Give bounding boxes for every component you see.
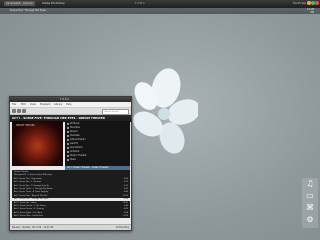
folder-icon xyxy=(67,150,69,153)
tray-date: Tue 05 Sep xyxy=(292,2,306,5)
folder-icon xyxy=(67,134,69,137)
music-player-window[interactable]: T O R A File Edit View Playback Library … xyxy=(9,96,132,231)
task-amarok[interactable]: banshee05 - Amarok xyxy=(4,1,35,6)
status-bar: Paused - Update - 56 of 56 - 12:21:38 So… xyxy=(10,224,131,230)
track-row[interactable]: Act II: Scene Nine - Finally Free 11:59 xyxy=(12,215,130,218)
now-playing-text: Scene Five: Through Her Eyes xyxy=(10,9,46,12)
network-icon[interactable]: ⌘ xyxy=(305,203,315,213)
folder-icon xyxy=(67,158,69,161)
track-title: Act II: Scene Nine - Finally Free xyxy=(14,215,44,218)
menu-library[interactable]: Library xyxy=(54,102,62,107)
track-duration: 11:59 xyxy=(122,215,128,218)
folder-icon xyxy=(67,126,69,129)
status-right: Sort/Sorting xyxy=(115,226,129,229)
album-art: DREAM THEATER xyxy=(12,121,63,166)
next-icon[interactable] xyxy=(22,109,26,113)
clock: 11:28 PM xyxy=(307,8,314,14)
folder-icon xyxy=(67,146,69,149)
menu-file[interactable]: File xyxy=(12,102,16,107)
music-note-icon[interactable]: ♫ xyxy=(305,179,315,189)
previous-icon[interactable] xyxy=(12,109,16,113)
track-list: Dream Theater Metropolis Pt. 2: Scenes Fr… xyxy=(12,170,130,218)
menu-view[interactable]: View xyxy=(30,102,36,107)
status-text: Paused - Update - 56 of 56 - 12:21:38 xyxy=(12,226,54,229)
menu-playback[interactable]: Playback xyxy=(40,102,51,107)
task-photoshop[interactable]: Adobe Photoshop xyxy=(40,1,67,6)
folder-icon xyxy=(67,138,69,141)
album-art-label: DREAM THEATER xyxy=(16,124,35,127)
window-title: T O R A xyxy=(135,2,145,5)
folder-icon xyxy=(67,122,69,125)
folder-icon xyxy=(67,154,69,157)
clock-ampm: PM xyxy=(310,11,314,14)
flower-wallpaper-icon xyxy=(133,68,198,154)
menu-help[interactable]: Help xyxy=(66,102,71,107)
toolbar: Ubuntu Search xyxy=(10,108,131,115)
library-sidebar: All Music Favorites Recent Podcasts Inte… xyxy=(65,121,130,166)
sidebar-item[interactable]: Music xyxy=(67,158,76,162)
right-dock: ♫ ▭ ⌘ ⚙ xyxy=(302,178,318,228)
menu-edit[interactable]: Edit xyxy=(21,102,26,107)
now-playing-bar: Scene Five: Through Her Eyes 11:28 PM xyxy=(0,8,320,14)
screen-icon[interactable]: ▭ xyxy=(305,191,315,201)
folder-icon xyxy=(67,130,69,133)
system-icon[interactable]: ⚙ xyxy=(305,215,315,225)
folder-icon xyxy=(67,142,69,145)
play-icon[interactable] xyxy=(17,109,21,113)
close-icon[interactable] xyxy=(315,1,319,5)
